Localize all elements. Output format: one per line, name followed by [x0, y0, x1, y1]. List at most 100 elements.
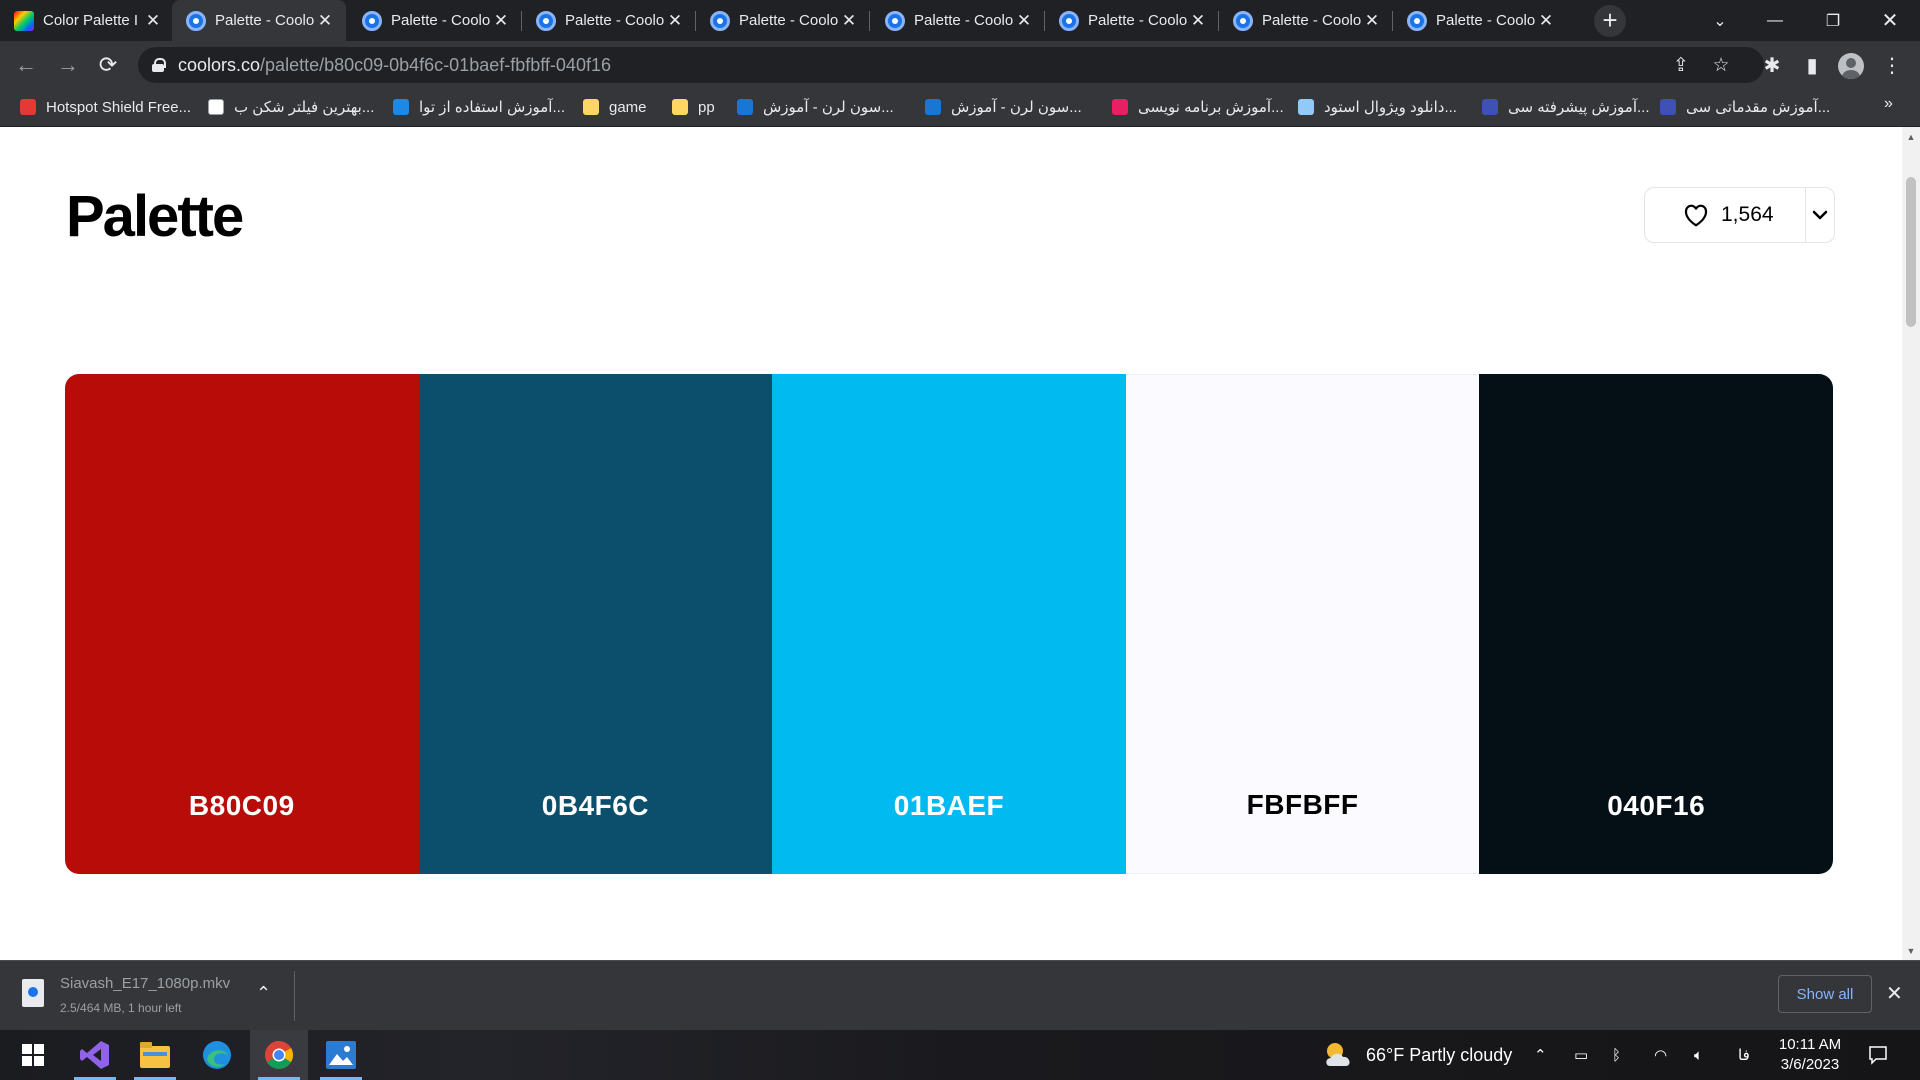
- address-bar[interactable]: coolors.co/palette/b80c09-0b4f6c-01baef-…: [138, 47, 1764, 83]
- swatch-hex-label[interactable]: FBFBFF: [1126, 789, 1480, 821]
- browser-tab[interactable]: Palette - Coolo ✕: [696, 0, 870, 41]
- close-tab-icon[interactable]: ✕: [1537, 11, 1555, 31]
- bookmark-label: game: [609, 98, 647, 116]
- coolors-favicon: [710, 10, 730, 31]
- bookmark-item[interactable]: دانلود ویژوال استود...: [1298, 89, 1457, 125]
- close-tab-icon[interactable]: ✕: [492, 11, 510, 31]
- browser-tab[interactable]: Palette - Coolo ✕: [1219, 0, 1393, 41]
- swatch-hex-label[interactable]: 01BAEF: [772, 790, 1126, 822]
- bookmark-label: Hotspot Shield Free...: [46, 98, 192, 116]
- system-clock[interactable]: 10:11 AM 3/6/2023: [1770, 1035, 1850, 1075]
- wifi-icon[interactable]: ◠: [1654, 1030, 1667, 1080]
- notifications-icon[interactable]: [1868, 1030, 1888, 1080]
- bookmark-item[interactable]: game: [583, 89, 647, 125]
- bookmark-item[interactable]: آموزش مقدماتی سی...: [1660, 89, 1830, 125]
- side-panel-icon[interactable]: ▮: [1800, 54, 1824, 78]
- meet-now-icon[interactable]: ▭: [1574, 1030, 1588, 1080]
- bookmark-item[interactable]: آموزش استفاده از توا...: [393, 89, 565, 125]
- language-indicator[interactable]: فا: [1738, 1030, 1750, 1080]
- bookmark-item[interactable]: آموزش برنامه نویسی...: [1112, 89, 1284, 125]
- extensions-icon[interactable]: ✱: [1760, 54, 1784, 78]
- bookmark-label: آموزش پیشرفته سی...: [1508, 99, 1650, 116]
- photos-icon[interactable]: [312, 1030, 370, 1080]
- bookmarks-overflow-icon[interactable]: »: [1884, 95, 1893, 113]
- share-icon[interactable]: ⇪: [1670, 55, 1692, 77]
- like-count: 1,564: [1721, 203, 1774, 226]
- lock-icon[interactable]: [152, 58, 166, 72]
- menu-kebab-icon[interactable]: ⋮: [1880, 54, 1904, 78]
- start-button[interactable]: [4, 1030, 62, 1080]
- download-filename[interactable]: Siavash_E17_1080p.mkv: [60, 975, 230, 992]
- color-swatch[interactable]: 01BAEF: [772, 374, 1126, 874]
- coolors-favicon: [186, 10, 206, 31]
- minimize-button[interactable]: —: [1745, 0, 1805, 41]
- swatch-hex-label[interactable]: 040F16: [1479, 790, 1833, 822]
- close-window-button[interactable]: ✕: [1860, 0, 1920, 41]
- bookmark-label: pp: [698, 98, 715, 116]
- color-swatch[interactable]: 040F16: [1479, 374, 1833, 874]
- browser-tab[interactable]: Palette - Coolo ✕: [348, 0, 522, 41]
- color-swatch[interactable]: B80C09: [65, 374, 419, 874]
- like-button[interactable]: [1645, 187, 1709, 243]
- browser-tab[interactable]: Palette - Coolo ✕: [1393, 0, 1567, 41]
- forward-button[interactable]: →: [52, 49, 84, 81]
- back-button[interactable]: ←: [10, 49, 42, 81]
- scroll-down-arrow[interactable]: ▼: [1902, 946, 1920, 956]
- reload-button[interactable]: ⟳: [92, 49, 124, 81]
- tab-strip: Color Palette I ✕ Palette - Coolo ✕ Palette …: [0, 0, 1920, 41]
- partly-cloudy-icon: [1326, 1043, 1350, 1066]
- download-file-icon[interactable]: [22, 979, 44, 1007]
- close-tab-icon[interactable]: ✕: [316, 11, 334, 31]
- profile-avatar[interactable]: [1838, 53, 1864, 79]
- close-tab-icon[interactable]: ✕: [666, 11, 684, 31]
- bluetooth-icon[interactable]: ᛒ: [1612, 1030, 1621, 1080]
- swatch-hex-label[interactable]: B80C09: [65, 790, 419, 822]
- bookmark-item[interactable]: آموزش پیشرفته سی...: [1482, 89, 1650, 125]
- volume-icon[interactable]: 🔈︎: [1694, 1030, 1703, 1080]
- colorpalette-favicon: [14, 10, 34, 31]
- url-text[interactable]: coolors.co/palette/b80c09-0b4f6c-01baef-…: [178, 55, 611, 76]
- palette-swatches: B80C09 0B4F6C 01BAEF FBFBFF 040F16: [65, 374, 1833, 874]
- bookmark-label: بهترین فیلتر شکن ب...: [234, 99, 375, 116]
- browser-tab[interactable]: Palette - Coolo ✕: [522, 0, 696, 41]
- close-tab-icon[interactable]: ✕: [840, 11, 858, 31]
- color-swatch[interactable]: 0B4F6C: [418, 374, 773, 874]
- tab-search-icon[interactable]: ⌄: [1690, 0, 1750, 41]
- browser-tab[interactable]: Color Palette I ✕: [0, 0, 174, 41]
- bookmark-item[interactable]: سون لرن - آموزش...: [737, 89, 894, 125]
- options-dropdown-button[interactable]: [1806, 187, 1834, 243]
- bookmark-item[interactable]: Hotspot Shield Free...: [20, 89, 191, 125]
- file-explorer-icon[interactable]: [126, 1030, 184, 1080]
- edge-icon[interactable]: [188, 1030, 246, 1080]
- weather-widget[interactable]: 66°F Partly cloudy: [1322, 1030, 1512, 1080]
- scrollbar-thumb[interactable]: [1906, 177, 1916, 327]
- chrome-icon[interactable]: [250, 1030, 308, 1080]
- close-tab-icon[interactable]: ✕: [1189, 11, 1207, 31]
- close-tab-icon[interactable]: ✕: [1015, 11, 1033, 31]
- browser-tab[interactable]: Palette - Coolo ✕: [871, 0, 1045, 41]
- restore-button[interactable]: ❐: [1803, 0, 1863, 41]
- browser-tab[interactable]: Palette - Coolo ✕: [1045, 0, 1219, 41]
- close-download-bar-icon[interactable]: ✕: [1886, 981, 1903, 1006]
- new-tab-button[interactable]: +: [1594, 5, 1626, 37]
- bookmarks-bar: Hotspot Shield Free... بهترین فیلتر شکن ب…: [0, 89, 1920, 127]
- bookmark-star-icon[interactable]: ☆: [1710, 55, 1732, 77]
- download-options-caret-icon[interactable]: ⌃: [256, 983, 271, 1004]
- bookmark-item[interactable]: سون لرن - آموزش...: [925, 89, 1082, 125]
- swatch-hex-label[interactable]: 0B4F6C: [419, 790, 773, 822]
- page-scrollbar[interactable]: ▲ ▼: [1902, 127, 1920, 960]
- bookmark-item[interactable]: بهترین فیلتر شکن ب...: [208, 89, 374, 125]
- site-icon: [1112, 99, 1128, 115]
- color-swatch[interactable]: FBFBFF: [1125, 374, 1480, 874]
- tab-title: Palette - Coolo: [739, 12, 839, 29]
- visual-studio-icon[interactable]: [66, 1030, 124, 1080]
- close-tab-icon[interactable]: ✕: [144, 11, 162, 31]
- bookmark-item[interactable]: pp: [672, 89, 715, 125]
- show-hidden-icons-icon[interactable]: ⌃: [1534, 1030, 1547, 1080]
- weather-text: 66°F Partly cloudy: [1366, 1044, 1513, 1065]
- bookmark-label: سون لرن - آموزش...: [763, 99, 894, 116]
- scroll-up-arrow[interactable]: ▲: [1902, 132, 1920, 142]
- browser-tab[interactable]: Palette - Coolo ✕: [172, 0, 346, 41]
- close-tab-icon[interactable]: ✕: [1363, 11, 1381, 31]
- show-all-button[interactable]: Show all: [1778, 975, 1872, 1013]
